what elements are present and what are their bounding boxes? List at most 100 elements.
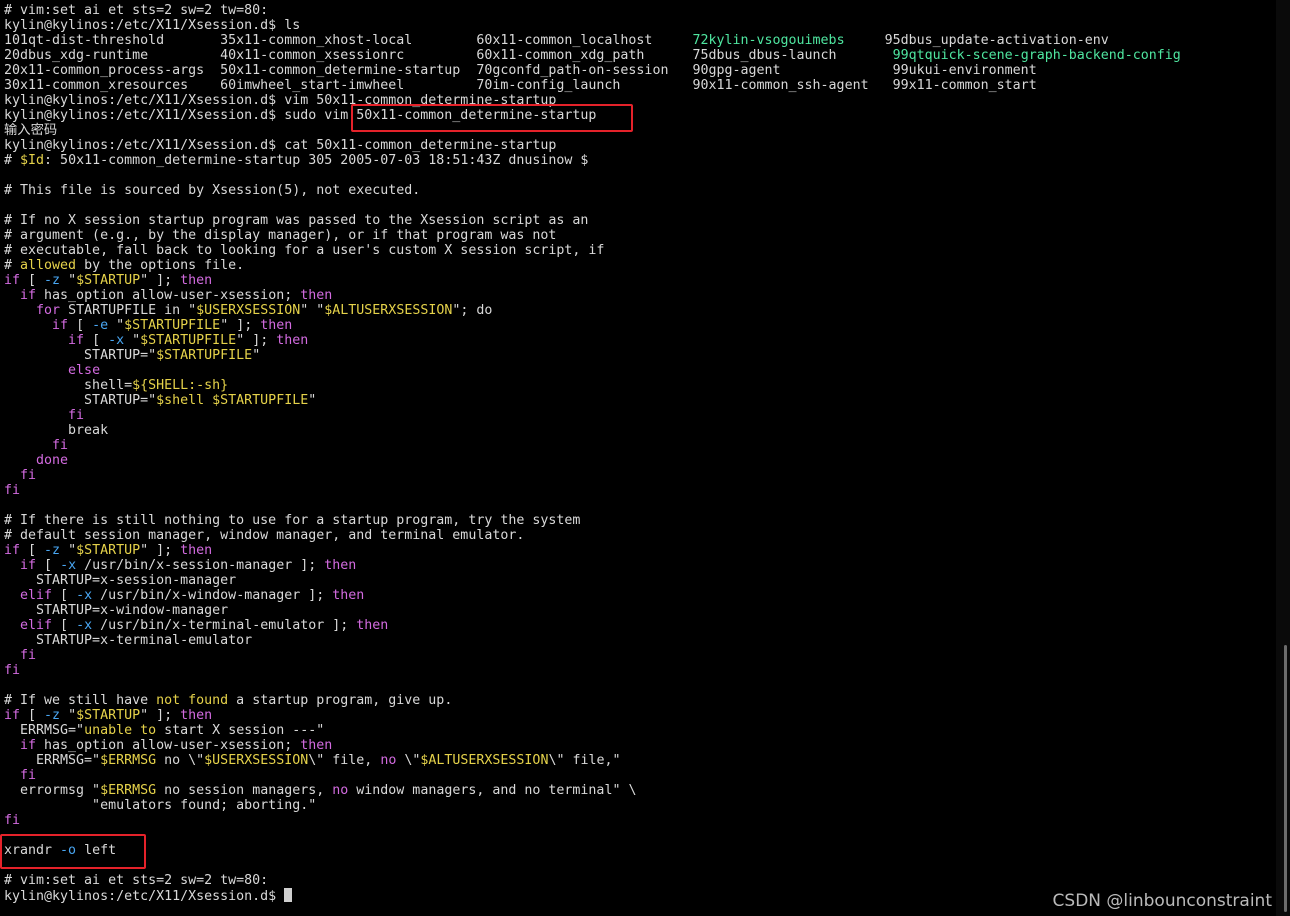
terminal-text-segment: 20x11-common_process-args 50x11-common_d… bbox=[4, 63, 1037, 78]
terminal-text-segment: elif bbox=[20, 618, 53, 633]
terminal-text-segment: fi bbox=[4, 663, 21, 678]
terminal-text-segment: fi bbox=[52, 438, 69, 453]
terminal-text-segment: $STARTUP bbox=[76, 708, 141, 723]
terminal-line: errormsg "$ERRMSG no session managers, n… bbox=[4, 783, 1270, 798]
terminal-line: # argument (e.g., by the display manager… bbox=[4, 228, 1270, 243]
terminal-text-segment: $ALTUSERXSESSION bbox=[420, 753, 549, 768]
terminal-line: break bbox=[4, 423, 1270, 438]
terminal-text-segment: -z bbox=[44, 543, 61, 558]
terminal-text-segment: STARTUPFILE in " bbox=[60, 303, 197, 318]
terminal-text-segment: STARTUP=x-terminal-emulator bbox=[4, 633, 253, 648]
terminal-text-segment: if bbox=[20, 288, 37, 303]
terminal-line: done bbox=[4, 453, 1270, 468]
terminal-line: ERRMSG="$ERRMSG no \"$USERXSESSION\" fil… bbox=[4, 753, 1270, 768]
terminal-line: if [ -e "$STARTUPFILE" ]; then bbox=[4, 318, 1270, 333]
terminal-line: fi bbox=[4, 663, 1270, 678]
terminal-line: if [ -z "$STARTUP" ]; then bbox=[4, 708, 1270, 723]
terminal-line: # default session manager, window manage… bbox=[4, 528, 1270, 543]
terminal-text-segment: fi bbox=[4, 483, 21, 498]
terminal-line: 输入密码 bbox=[4, 123, 1270, 138]
terminal-text-segment: ERRMSG=" bbox=[4, 753, 101, 768]
terminal-line: 20dbus_xdg-runtime 40x11-common_xsession… bbox=[4, 48, 1270, 63]
terminal-line: STARTUP="$shell $STARTUPFILE" bbox=[4, 393, 1270, 408]
terminal-text-segment: $STARTUPFILE bbox=[156, 348, 253, 363]
terminal-text-segment: -z bbox=[44, 708, 61, 723]
terminal-text-segment: " bbox=[60, 543, 77, 558]
terminal-line: if [ -x "$STARTUPFILE" ]; then bbox=[4, 333, 1270, 348]
terminal-text-segment: to bbox=[140, 723, 157, 738]
terminal-text-segment: else bbox=[68, 363, 101, 378]
terminal-text-segment: by the options file. bbox=[76, 258, 245, 273]
scrollbar-track[interactable] bbox=[1276, 0, 1290, 916]
terminal-text-segment: # This file is sourced by Xsession(5), n… bbox=[4, 183, 421, 198]
terminal-text-segment: if bbox=[20, 738, 37, 753]
terminal-text-segment: 101qt-dist-threshold 35x11-common_xhost-… bbox=[4, 33, 693, 48]
terminal-text-segment: " ]; bbox=[140, 708, 181, 723]
terminal-text-segment: no \" bbox=[156, 753, 205, 768]
terminal-text-segment: start X session ---" bbox=[156, 723, 325, 738]
terminal-text-segment: " ]; bbox=[220, 318, 261, 333]
scrollbar-thumb[interactable] bbox=[1284, 645, 1287, 912]
terminal-line: STARTUP=x-terminal-emulator bbox=[4, 633, 1270, 648]
terminal-text-segment: then bbox=[180, 708, 213, 723]
highlight-box-xrandr bbox=[0, 834, 146, 869]
terminal-text-segment: # If there is still nothing to use for a… bbox=[4, 513, 581, 528]
terminal-line: "emulators found; aborting." bbox=[4, 798, 1270, 813]
terminal-text-segment: break bbox=[4, 423, 109, 438]
terminal-text-segment: -z bbox=[44, 273, 61, 288]
terminal-output[interactable]: # vim:set ai et sts=2 sw=2 tw=80: kylin@k… bbox=[4, 3, 1270, 904]
terminal-text-segment: # default session manager, window manage… bbox=[4, 528, 525, 543]
terminal-text-segment: no session managers, bbox=[156, 783, 333, 798]
terminal-text-segment: $ERRMSG bbox=[100, 783, 157, 798]
terminal-text-segment: kylin@kylinos:/etc/X11/Xsession.d$ bbox=[4, 889, 285, 904]
terminal-text-segment: " bbox=[252, 348, 261, 363]
terminal-text-segment: shell= bbox=[4, 378, 133, 393]
terminal-text-segment: # executable, fall back to looking for a… bbox=[4, 243, 605, 258]
terminal-text-segment: then bbox=[332, 588, 365, 603]
terminal-line: STARTUP=x-window-manager bbox=[4, 603, 1270, 618]
text-cursor bbox=[284, 888, 293, 902]
terminal-text-segment: then bbox=[180, 543, 213, 558]
terminal-text-segment: \" file, bbox=[308, 753, 381, 768]
terminal-line: kylin@kylinos:/etc/X11/Xsession.d$ vim 5… bbox=[4, 93, 1270, 108]
terminal-text-segment: no bbox=[380, 753, 397, 768]
terminal-line: # vim:set ai et sts=2 sw=2 tw=80: bbox=[4, 873, 1270, 888]
terminal-text-segment: [ bbox=[20, 273, 45, 288]
terminal-line: 30x11-common_xresources 60imwheel_start-… bbox=[4, 78, 1270, 93]
terminal-line: STARTUP=x-session-manager bbox=[4, 573, 1270, 588]
terminal-text-segment: has_option allow-user-xsession; bbox=[36, 288, 301, 303]
terminal-line: if [ -x /usr/bin/x-session-manager ]; th… bbox=[4, 558, 1270, 573]
terminal-text-segment: /usr/bin/x-window-manager ]; bbox=[92, 588, 333, 603]
terminal-text-segment: fi bbox=[4, 813, 21, 828]
terminal-line: # If no X session startup program was pa… bbox=[4, 213, 1270, 228]
terminal-text-segment: $STARTUP bbox=[76, 543, 141, 558]
terminal-line: # If we still have not found a startup p… bbox=[4, 693, 1270, 708]
terminal-text-segment: $shell $STARTUPFILE bbox=[156, 393, 309, 408]
terminal-line: ERRMSG="unable to start X session ---" bbox=[4, 723, 1270, 738]
terminal-line: # executable, fall back to looking for a… bbox=[4, 243, 1270, 258]
terminal-text-segment: " bbox=[60, 273, 77, 288]
terminal-text-segment: ${SHELL:-sh} bbox=[132, 378, 229, 393]
terminal-line: if [ -z "$STARTUP" ]; then bbox=[4, 543, 1270, 558]
terminal-text-segment: " ]; bbox=[140, 543, 181, 558]
watermark-text: CSDN @linbounconstraint bbox=[1052, 891, 1272, 911]
terminal-text-segment: [ bbox=[84, 333, 109, 348]
highlight-box-command bbox=[351, 104, 633, 132]
terminal-text-segment: $USERXSESSION bbox=[204, 753, 309, 768]
terminal-text-segment: then bbox=[180, 273, 213, 288]
terminal-text-segment: fi bbox=[20, 468, 37, 483]
terminal-text-segment: $ALTUSERXSESSION bbox=[324, 303, 453, 318]
terminal-text-segment: -x bbox=[108, 333, 125, 348]
